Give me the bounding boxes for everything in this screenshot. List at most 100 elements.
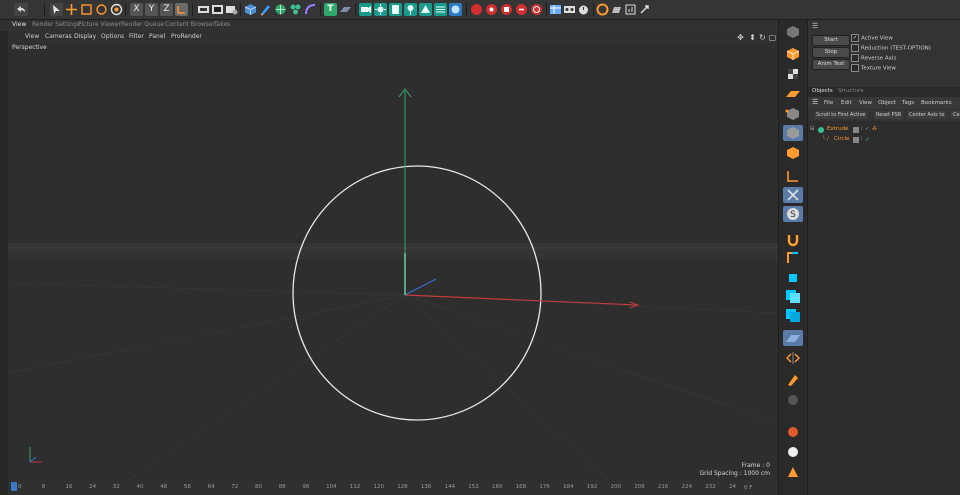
center-button[interactable]: Ce xyxy=(951,111,960,119)
tab-content-browser[interactable]: Content Browser xyxy=(165,21,215,28)
keyframe-icon[interactable] xyxy=(485,3,498,16)
menu-tags[interactable]: Tags xyxy=(902,100,914,106)
symmetry-icon[interactable] xyxy=(783,350,803,366)
camera-icon[interactable] xyxy=(359,3,372,16)
menu-view-objects[interactable]: View xyxy=(859,100,872,106)
settings-icon[interactable] xyxy=(638,3,651,16)
move-icon[interactable] xyxy=(65,3,78,16)
cube-icon[interactable] xyxy=(244,3,257,16)
snap-polygon-icon[interactable] xyxy=(783,307,803,323)
tree-row-circle[interactable]: └ ∕ Circle ⁞ ✓ xyxy=(808,135,960,145)
tab-takes[interactable]: Takes xyxy=(214,21,230,28)
camera-tool-icon[interactable] xyxy=(783,464,803,480)
z-axis-lock-icon[interactable]: Z xyxy=(160,3,173,16)
tree-row-extrude[interactable]: ⊟ Extrude ⁞ ✓ ⁂ xyxy=(808,125,960,135)
y-axis-lock-icon[interactable]: Y xyxy=(145,3,158,16)
reset-psr-button[interactable]: Reset PSR xyxy=(874,111,904,119)
tab-objects[interactable]: Objects xyxy=(812,88,833,94)
menu-object[interactable]: Object xyxy=(878,100,896,106)
enabled-check-icon[interactable]: ✓ xyxy=(865,126,869,132)
film-icon[interactable] xyxy=(563,3,576,16)
texture-view-checkbox[interactable]: Texture View xyxy=(851,64,896,72)
record-icon[interactable] xyxy=(470,3,483,16)
edges-mode-icon[interactable] xyxy=(783,125,803,141)
tab-view[interactable]: View xyxy=(12,21,26,28)
center-axis-button[interactable]: Center Axis to xyxy=(907,111,947,119)
menu-panel[interactable]: Panel xyxy=(149,33,165,40)
objects-menu-icon[interactable]: ☰ xyxy=(812,98,818,106)
layout-icon[interactable] xyxy=(549,3,562,16)
material-icon[interactable] xyxy=(783,424,803,440)
layer-icon[interactable] xyxy=(853,137,859,143)
stop-button[interactable]: Stop xyxy=(812,47,850,58)
tab-render-queue[interactable]: Render Queue xyxy=(121,21,164,28)
snap-settings-icon[interactable] xyxy=(783,250,803,266)
tab-structure[interactable]: Structure xyxy=(838,88,864,94)
reduction-checkbox[interactable]: Reduction (TEST-OPTION) xyxy=(851,44,931,52)
help-icon[interactable] xyxy=(624,3,637,16)
expand-icon[interactable]: ⊟ xyxy=(810,126,815,132)
dolly-icon[interactable]: ⬍ xyxy=(748,33,757,42)
tag-phong-icon[interactable]: ⁂ xyxy=(872,126,877,132)
snap-point-icon[interactable] xyxy=(783,270,803,286)
tab-picture-viewer[interactable]: Picture Viewer xyxy=(78,21,121,28)
viewport-perspective[interactable]: Perspective Frame : 0 Grid Spacing : 100… xyxy=(8,43,778,480)
undo-icon[interactable] xyxy=(14,3,28,16)
cloner-icon[interactable] xyxy=(289,3,302,16)
scale-icon[interactable] xyxy=(80,3,93,16)
menu-bookmarks[interactable]: Bookmarks xyxy=(921,100,952,106)
render-settings-icon[interactable] xyxy=(225,3,238,16)
make-editable-icon[interactable] xyxy=(783,24,803,40)
visibility-dots-icon[interactable]: ⁞ xyxy=(861,136,863,142)
tab-render-settings[interactable]: Render Settings xyxy=(32,21,80,28)
light-tool-icon[interactable] xyxy=(783,444,803,460)
deformer-icon[interactable] xyxy=(304,3,317,16)
paint-icon[interactable] xyxy=(783,392,803,408)
tag-icon[interactable] xyxy=(389,3,402,16)
layer-icon[interactable] xyxy=(853,127,859,133)
reverse-axis-checkbox[interactable]: Reverse Axis xyxy=(851,54,896,62)
keyframe-selection-icon[interactable] xyxy=(515,3,528,16)
sky-icon[interactable] xyxy=(449,3,462,16)
stopwatch-icon[interactable] xyxy=(577,3,590,16)
enabled-check-icon[interactable]: ✓ xyxy=(865,136,870,143)
pin-icon[interactable] xyxy=(404,3,417,16)
pla-icon[interactable] xyxy=(530,3,543,16)
playhead[interactable] xyxy=(11,482,17,491)
menu-options[interactable]: Options xyxy=(101,33,124,40)
timeline-ruler[interactable]: 0 8 16 24 32 40 48 56 64 72 80 88 96 104 112 120 128 136 1… xyxy=(8,480,778,495)
pen-icon[interactable] xyxy=(259,3,272,16)
menu-view[interactable]: View xyxy=(25,33,39,40)
start-button[interactable]: Start xyxy=(812,35,850,46)
lock-workplane-icon[interactable] xyxy=(783,330,803,346)
field-icon[interactable] xyxy=(434,3,447,16)
object-name[interactable]: Circle xyxy=(834,136,849,142)
pan-icon[interactable]: ✥ xyxy=(736,33,745,42)
select-icon[interactable] xyxy=(50,3,63,16)
active-view-checkbox[interactable]: ✓ Active View xyxy=(851,34,893,42)
object-name[interactable]: Extrude xyxy=(827,126,849,132)
magnet-icon[interactable] xyxy=(783,232,803,248)
menu-display[interactable]: Display xyxy=(74,33,96,40)
snap-edge-icon[interactable] xyxy=(783,288,803,304)
orbit-icon[interactable]: ↻ xyxy=(758,33,767,42)
menu-cameras[interactable]: Cameras xyxy=(45,33,72,40)
rotate-icon[interactable] xyxy=(95,3,108,16)
effector-icon[interactable] xyxy=(419,3,432,16)
x-axis-lock-icon[interactable]: X xyxy=(130,3,143,16)
snap-icon[interactable] xyxy=(596,3,609,16)
workplane-mode-icon[interactable] xyxy=(783,86,803,102)
menu-prorender[interactable]: ProRender xyxy=(171,33,202,40)
subdivision-icon[interactable] xyxy=(274,3,287,16)
panel-menu-icon[interactable]: ☰ xyxy=(812,22,818,30)
sculpt-icon[interactable] xyxy=(783,372,803,388)
menu-filter[interactable]: Filter xyxy=(129,33,144,40)
solo-icon[interactable]: S xyxy=(783,206,803,222)
polygons-mode-icon[interactable] xyxy=(783,145,803,161)
tweak-mode-icon[interactable] xyxy=(783,187,803,203)
coordinate-system-icon[interactable] xyxy=(175,3,188,16)
maximize-view-icon[interactable]: ▢ xyxy=(768,33,777,42)
light-icon[interactable] xyxy=(374,3,387,16)
render-view-icon[interactable] xyxy=(197,3,210,16)
menu-file[interactable]: File xyxy=(824,100,833,106)
